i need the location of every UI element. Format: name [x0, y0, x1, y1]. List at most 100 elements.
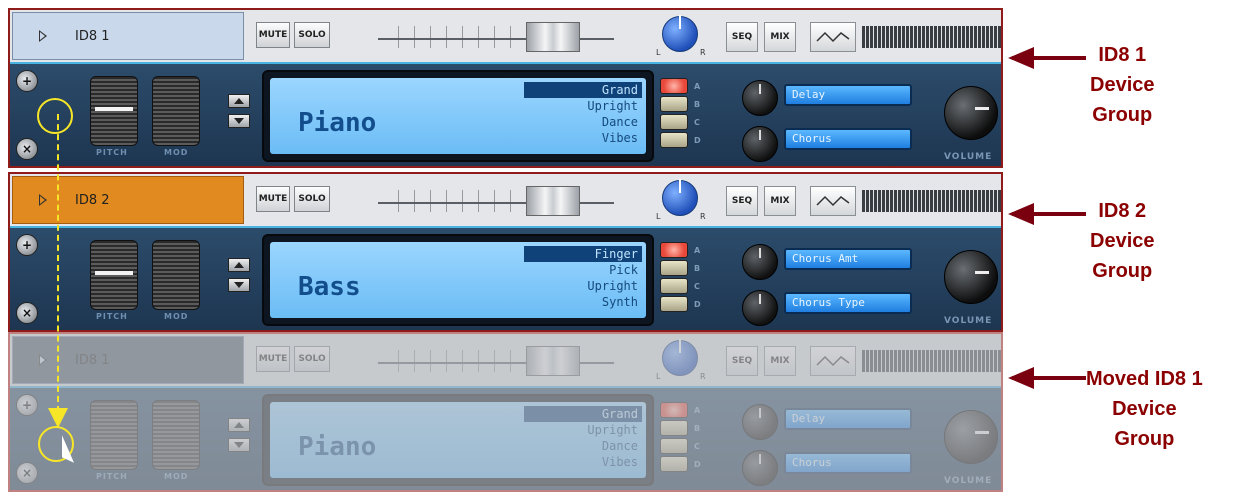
fx2-label: Chorus — [784, 128, 912, 150]
plus-screw-icon[interactable]: + — [16, 394, 38, 416]
variation-b-button[interactable] — [660, 260, 688, 276]
level-fader[interactable] — [378, 184, 614, 218]
x-screw-icon[interactable]: × — [16, 138, 38, 160]
variation-c-button[interactable] — [660, 278, 688, 294]
variation-d-button[interactable] — [660, 296, 688, 312]
variation-c-button[interactable] — [660, 114, 688, 130]
moved-device-group-id8-1: ID8 1 MUTE SOLO L R SEQ MIX + × PITCH MO… — [8, 332, 1003, 492]
waveform-button[interactable] — [810, 22, 856, 52]
fx1-knob[interactable] — [742, 244, 778, 280]
pan-knob[interactable] — [662, 15, 698, 52]
variation-a-button[interactable] — [660, 402, 688, 418]
variation-a-button[interactable] — [660, 78, 688, 94]
waveform-button[interactable] — [810, 346, 856, 376]
plus-screw-icon[interactable]: + — [16, 234, 38, 256]
patch-item[interactable]: Upright — [524, 98, 642, 114]
pitch-label: PITCH — [96, 472, 128, 481]
volume-knob[interactable] — [944, 86, 998, 140]
pan-right-label: R — [700, 48, 706, 57]
disclosure-triangle-icon[interactable] — [39, 30, 47, 42]
patch-item[interactable]: Grand — [524, 82, 642, 98]
pan-knob[interactable] — [662, 339, 698, 376]
seq-button[interactable]: SEQ — [726, 22, 758, 52]
variation-b-button[interactable] — [660, 96, 688, 112]
mod-wheel[interactable] — [152, 240, 200, 310]
seq-button[interactable]: SEQ — [726, 346, 758, 376]
patch-list: Grand Upright Dance Vibes — [524, 82, 642, 146]
patch-item[interactable]: Vibes — [524, 454, 642, 470]
mod-wheel[interactable] — [152, 400, 200, 470]
disclosure-triangle-icon[interactable] — [39, 354, 47, 366]
device-name-panel[interactable]: ID8 1 — [12, 336, 244, 384]
patch-item[interactable]: Vibes — [524, 130, 642, 146]
waveform-button[interactable] — [810, 186, 856, 216]
patch-item[interactable]: Upright — [524, 422, 642, 438]
patch-down-button[interactable] — [228, 278, 250, 292]
patch-name: Bass — [298, 272, 361, 302]
pan-knob[interactable] — [662, 179, 698, 216]
variation-d-button[interactable] — [660, 132, 688, 148]
fx2-knob[interactable] — [742, 126, 778, 162]
patch-item[interactable]: Upright — [524, 278, 642, 294]
patch-down-button[interactable] — [228, 438, 250, 452]
patch-item[interactable]: Pick — [524, 262, 642, 278]
pan-right-label: R — [700, 212, 706, 221]
patch-item[interactable]: Grand — [524, 406, 642, 422]
mix-button[interactable]: MIX — [764, 346, 796, 376]
patch-item[interactable]: Dance — [524, 114, 642, 130]
left-arrow-icon — [1008, 47, 1086, 69]
device-name-panel[interactable]: ID8 2 — [12, 176, 244, 224]
patch-up-button[interactable] — [228, 94, 250, 108]
patch-name: Piano — [298, 108, 377, 138]
pitch-label: PITCH — [96, 148, 128, 157]
level-fader[interactable] — [378, 344, 614, 378]
mix-button[interactable]: MIX — [764, 186, 796, 216]
device-group-id8-2: ID8 2 MUTE SOLO L R SEQ MIX + × PITCH MO… — [8, 172, 1003, 332]
callout-line: Group — [1092, 260, 1153, 282]
mute-button[interactable]: MUTE — [256, 346, 290, 372]
level-fader[interactable] — [378, 20, 614, 54]
callout-id8-1: ID8 1 Device Group — [1090, 40, 1155, 130]
fx1-knob[interactable] — [742, 404, 778, 440]
variation-d-button[interactable] — [660, 456, 688, 472]
patch-item[interactable]: Synth — [524, 294, 642, 310]
drag-source-ring — [37, 98, 73, 134]
callout-line: ID8 2 — [1098, 200, 1147, 222]
x-screw-icon[interactable]: × — [16, 462, 38, 484]
device-name-panel[interactable]: ID8 1 — [12, 12, 244, 60]
solo-button[interactable]: SOLO — [294, 186, 330, 212]
patch-up-button[interactable] — [228, 258, 250, 272]
seq-button[interactable]: SEQ — [726, 186, 758, 216]
mute-button[interactable]: MUTE — [256, 186, 290, 212]
mute-button[interactable]: MUTE — [256, 22, 290, 48]
mod-wheel[interactable] — [152, 76, 200, 146]
fx1-knob[interactable] — [742, 80, 778, 116]
patch-item[interactable]: Dance — [524, 438, 642, 454]
variation-c-button[interactable] — [660, 438, 688, 454]
left-arrow-icon — [1008, 203, 1086, 225]
mix-button[interactable]: MIX — [764, 22, 796, 52]
variation-b-button[interactable] — [660, 420, 688, 436]
callout-id8-2: ID8 2 Device Group — [1090, 196, 1155, 286]
solo-button[interactable]: SOLO — [294, 346, 330, 372]
plus-screw-icon[interactable]: + — [16, 70, 38, 92]
pitch-wheel[interactable] — [90, 400, 138, 470]
volume-knob[interactable] — [944, 250, 998, 304]
x-screw-icon[interactable]: × — [16, 302, 38, 324]
patch-down-button[interactable] — [228, 114, 250, 128]
variation-label: B — [694, 264, 701, 273]
variation-a-button[interactable] — [660, 242, 688, 258]
fx2-knob[interactable] — [742, 290, 778, 326]
patch-up-button[interactable] — [228, 418, 250, 432]
disclosure-triangle-icon[interactable] — [39, 194, 47, 206]
volume-knob[interactable] — [944, 410, 998, 464]
pitch-wheel[interactable] — [90, 240, 138, 310]
fx1-label: Delay — [784, 84, 912, 106]
pitch-wheel[interactable] — [90, 76, 138, 146]
fx2-knob[interactable] — [742, 450, 778, 486]
drag-arrow-head-icon — [48, 408, 68, 428]
solo-button[interactable]: SOLO — [294, 22, 330, 48]
patch-item[interactable]: Finger — [524, 246, 642, 262]
volume-label: VOLUME — [944, 476, 993, 486]
device-panel: + × PITCH MOD Bass Finger Pick Upright S… — [10, 228, 1001, 330]
